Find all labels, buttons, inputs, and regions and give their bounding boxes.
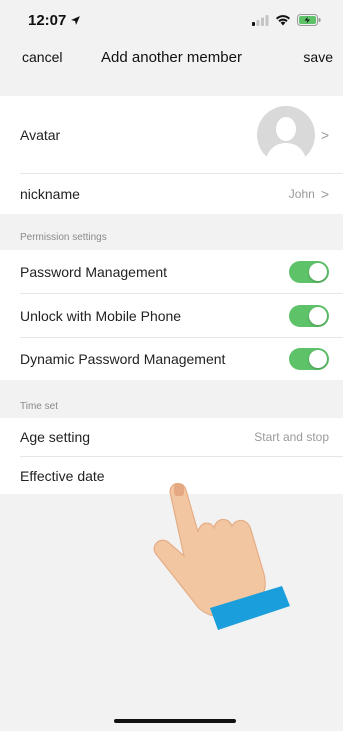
permission-row: Dynamic Password Management [0, 338, 343, 380]
permission-section-title: Permission settings [20, 232, 107, 243]
permission-label: Unlock with Mobile Phone [20, 307, 182, 324]
avatar-row[interactable]: Avatar > [0, 96, 343, 173]
status-time: 12:07 [28, 12, 81, 29]
cancel-button[interactable]: cancel [22, 49, 62, 65]
unlock-mobile-toggle[interactable] [289, 304, 329, 327]
location-arrow-icon [71, 15, 81, 25]
battery-icon [297, 14, 321, 26]
permission-row: Unlock with Mobile Phone [0, 294, 343, 337]
permission-label: Dynamic Password Management [20, 351, 226, 367]
time-text: 12:07 [28, 11, 67, 29]
wifi-icon [276, 15, 290, 26]
status-icons [252, 14, 321, 26]
nickname-value: John [288, 187, 315, 201]
permission-row: Password Management [0, 250, 343, 293]
chevron-right-icon: > [320, 186, 329, 202]
nickname-label: nickname [20, 186, 80, 202]
avatar[interactable] [256, 105, 315, 164]
age-setting-label: Age setting [20, 429, 91, 445]
time-section-title: Time set [20, 401, 58, 412]
nickname-value-group: John > [289, 186, 329, 202]
password-management-toggle[interactable] [289, 260, 329, 283]
avatar-group: > [256, 105, 329, 164]
avatar-label: Avatar [20, 126, 61, 143]
dynamic-password-toggle[interactable] [289, 348, 329, 370]
nickname-row[interactable]: nickname John > [0, 174, 343, 214]
avatar-placeholder-icon [264, 116, 307, 164]
save-button[interactable]: save [303, 49, 333, 65]
toggle-knob [309, 350, 327, 368]
home-indicator[interactable] [114, 719, 236, 723]
toggle-knob [309, 262, 327, 281]
permission-label: Password Management [20, 263, 168, 280]
nav-bar: cancel Add another member save [0, 40, 343, 74]
pointing-hand-icon [153, 482, 290, 630]
status-bar: 12:07 [0, 0, 343, 40]
signal-icon [252, 14, 269, 26]
effective-date-label: Effective date [20, 467, 105, 484]
age-setting-value: Start and stop [254, 430, 329, 444]
age-setting-row[interactable]: Age setting Start and stop [0, 418, 343, 456]
toggle-knob [309, 306, 327, 325]
chevron-right-icon: > [320, 126, 329, 143]
